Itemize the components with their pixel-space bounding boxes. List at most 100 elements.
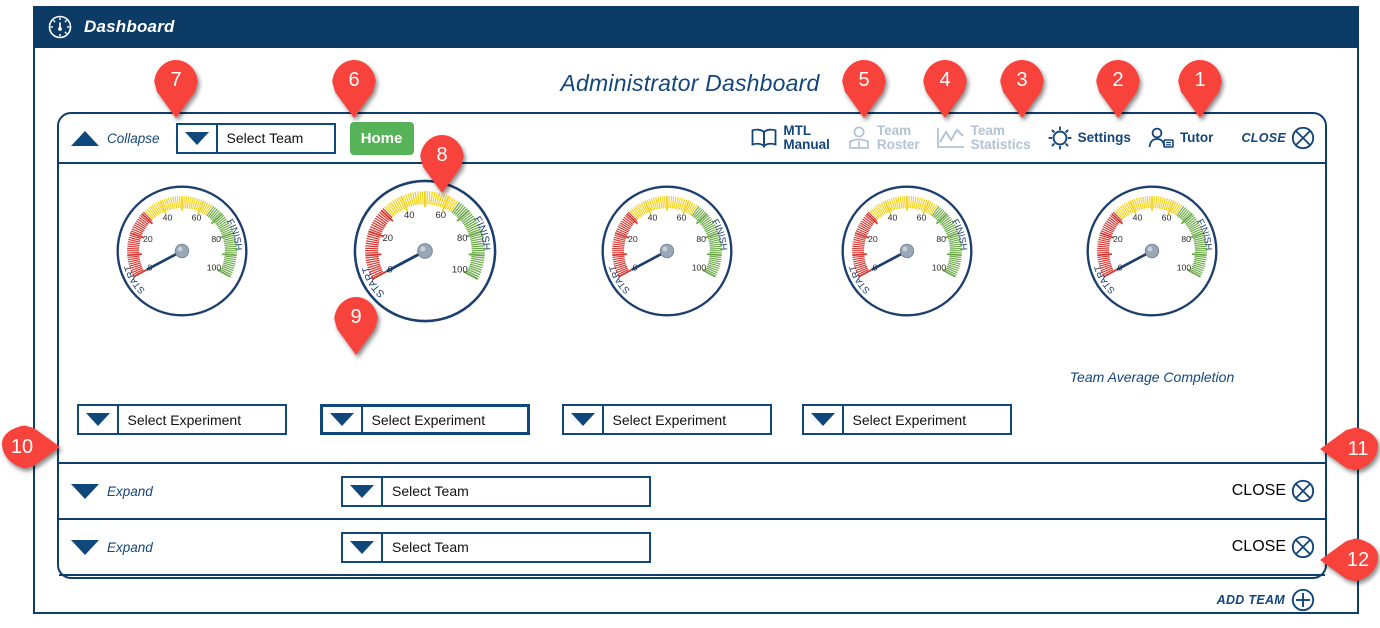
svg-text:60: 60 bbox=[676, 213, 686, 223]
chevron-down-icon[interactable] bbox=[343, 533, 383, 561]
settings-button[interactable]: Settings bbox=[1047, 125, 1131, 151]
callout-marker-9: 9 bbox=[334, 297, 378, 355]
collapse-toggle[interactable]: Collapse bbox=[59, 130, 160, 146]
svg-text:100: 100 bbox=[451, 264, 467, 275]
svg-text:100: 100 bbox=[691, 263, 706, 273]
screen-root: Dashboard Administrator Dashboard Collap… bbox=[0, 0, 1380, 628]
team-statistics-button[interactable]: Team Statistics bbox=[936, 124, 1031, 152]
close-icon bbox=[1291, 126, 1315, 150]
window-title: Dashboard bbox=[84, 17, 175, 36]
callout-number: 11 bbox=[1347, 437, 1369, 460]
svg-text:60: 60 bbox=[916, 213, 926, 223]
svg-text:100: 100 bbox=[206, 263, 221, 273]
svg-text:40: 40 bbox=[1133, 213, 1143, 223]
chevron-down-icon[interactable] bbox=[804, 406, 844, 433]
gauge-chart: 020406080100 STARTFINISH bbox=[115, 184, 249, 323]
chevron-down-icon[interactable] bbox=[79, 406, 119, 433]
expand-toggle[interactable]: Expand bbox=[71, 483, 341, 499]
book-icon bbox=[751, 128, 777, 149]
gauge-cell: 020406080100 STARTFINISH Select Experime… bbox=[59, 164, 304, 464]
page-title: Administrator Dashboard bbox=[560, 70, 820, 96]
callout-number: 12 bbox=[1346, 548, 1370, 571]
gauge-cell-average: 020406080100 STARTFINISH Team Average Co… bbox=[1022, 164, 1282, 464]
collapse-label: Collapse bbox=[107, 130, 160, 146]
team-average-completion-label: Team Average Completion bbox=[1069, 369, 1235, 385]
svg-text:80: 80 bbox=[936, 234, 946, 244]
home-button[interactable]: Home bbox=[349, 121, 414, 155]
team-select-dropdown[interactable]: Select Team bbox=[341, 475, 651, 507]
callout-marker-1: 1 bbox=[1178, 60, 1222, 118]
svg-text:80: 80 bbox=[211, 234, 221, 244]
callout-marker-2: 2 bbox=[1096, 60, 1140, 118]
window-title-bar: Dashboard bbox=[33, 6, 1359, 48]
svg-text:20: 20 bbox=[1113, 234, 1123, 244]
experiment-select-dropdown[interactable]: Select Experiment bbox=[76, 404, 287, 435]
callout-marker-4: 4 bbox=[923, 60, 967, 118]
gauge-chart: 020406080100 STARTFINISH bbox=[1085, 184, 1219, 323]
experiment-select-value: Select Experiment bbox=[127, 411, 242, 428]
tutor-button[interactable]: Tutor bbox=[1147, 126, 1213, 150]
chevron-down-icon[interactable] bbox=[323, 407, 363, 432]
tutor-icon bbox=[1148, 127, 1174, 148]
experiment-select-dropdown[interactable]: Select Experiment bbox=[561, 404, 772, 435]
svg-text:40: 40 bbox=[162, 213, 172, 223]
svg-text:80: 80 bbox=[696, 234, 706, 244]
chevron-down-icon[interactable] bbox=[178, 124, 218, 152]
callout-marker-7: 7 bbox=[154, 60, 198, 118]
callout-marker-11: 11 bbox=[1320, 427, 1378, 471]
callout-number: 2 bbox=[1112, 68, 1124, 91]
mtl-manual-label: MTL Manual bbox=[783, 123, 830, 152]
close-icon bbox=[1291, 535, 1315, 559]
svg-text:40: 40 bbox=[403, 210, 414, 221]
expand-label: Expand bbox=[107, 539, 153, 555]
gauge-cell: 020406080100 STARTFINISH Select Experime… bbox=[544, 164, 789, 464]
experiment-select-value: Select Experiment bbox=[612, 411, 727, 428]
triangle-down-icon bbox=[71, 483, 99, 499]
svg-text:60: 60 bbox=[191, 213, 201, 223]
settings-label: Settings bbox=[1077, 130, 1131, 145]
chevron-down-icon[interactable] bbox=[564, 406, 604, 433]
expand-label: Expand bbox=[107, 483, 153, 499]
svg-text:20: 20 bbox=[867, 234, 877, 244]
experiment-select-dropdown[interactable]: Select Experiment bbox=[319, 404, 530, 435]
team-row: Expand Select Team CLOSE bbox=[59, 520, 1325, 576]
svg-text:40: 40 bbox=[887, 213, 897, 223]
team-select-value: Select Team bbox=[392, 483, 469, 499]
panel-close-label: CLOSE bbox=[1241, 131, 1286, 145]
callout-marker-10: 10 bbox=[2, 425, 60, 469]
experiment-select-value: Select Experiment bbox=[371, 411, 486, 428]
row-close-label: CLOSE bbox=[1231, 482, 1286, 499]
callout-number: 1 bbox=[1194, 68, 1206, 91]
person-icon bbox=[848, 126, 869, 149]
team-statistics-label: Team Statistics bbox=[970, 123, 1031, 152]
callout-number: 6 bbox=[348, 68, 360, 91]
row-close-label: CLOSE bbox=[1231, 538, 1286, 555]
row-close-button[interactable]: CLOSE bbox=[1232, 479, 1315, 503]
team-row: Expand Select Team CLOSE bbox=[59, 464, 1325, 520]
svg-text:80: 80 bbox=[456, 233, 467, 244]
team-select-value: Select Team bbox=[392, 539, 469, 555]
svg-text:80: 80 bbox=[1181, 234, 1191, 244]
callout-marker-5: 5 bbox=[842, 60, 886, 118]
svg-text:20: 20 bbox=[382, 233, 393, 244]
chevron-down-icon[interactable] bbox=[343, 477, 383, 505]
add-team-button[interactable]: ADD TEAM bbox=[1217, 588, 1315, 612]
expand-toggle[interactable]: Expand bbox=[71, 539, 341, 555]
team-select-dropdown[interactable]: Select Team bbox=[175, 122, 336, 154]
team-select-dropdown[interactable]: Select Team bbox=[341, 531, 651, 563]
experiment-select-dropdown[interactable]: Select Experiment bbox=[801, 404, 1012, 435]
svg-text:100: 100 bbox=[931, 263, 946, 273]
callout-number: 4 bbox=[939, 68, 951, 91]
gear-icon bbox=[1048, 126, 1072, 150]
row-close-button[interactable]: CLOSE bbox=[1232, 535, 1315, 559]
callout-number: 9 bbox=[350, 305, 362, 328]
svg-text:60: 60 bbox=[435, 210, 446, 221]
mtl-manual-button[interactable]: MTL Manual bbox=[750, 124, 830, 152]
experiment-dropdown-holder: Select Experiment bbox=[319, 404, 530, 435]
callout-number: 5 bbox=[858, 68, 870, 91]
callout-number: 7 bbox=[170, 68, 182, 91]
panel-close-button[interactable]: CLOSE bbox=[1241, 126, 1315, 150]
svg-text:100: 100 bbox=[1177, 263, 1192, 273]
dashboard-panel: Collapse Select Team Home MTL Manual Tea… bbox=[57, 112, 1327, 612]
team-roster-button[interactable]: Team Roster bbox=[846, 124, 920, 152]
